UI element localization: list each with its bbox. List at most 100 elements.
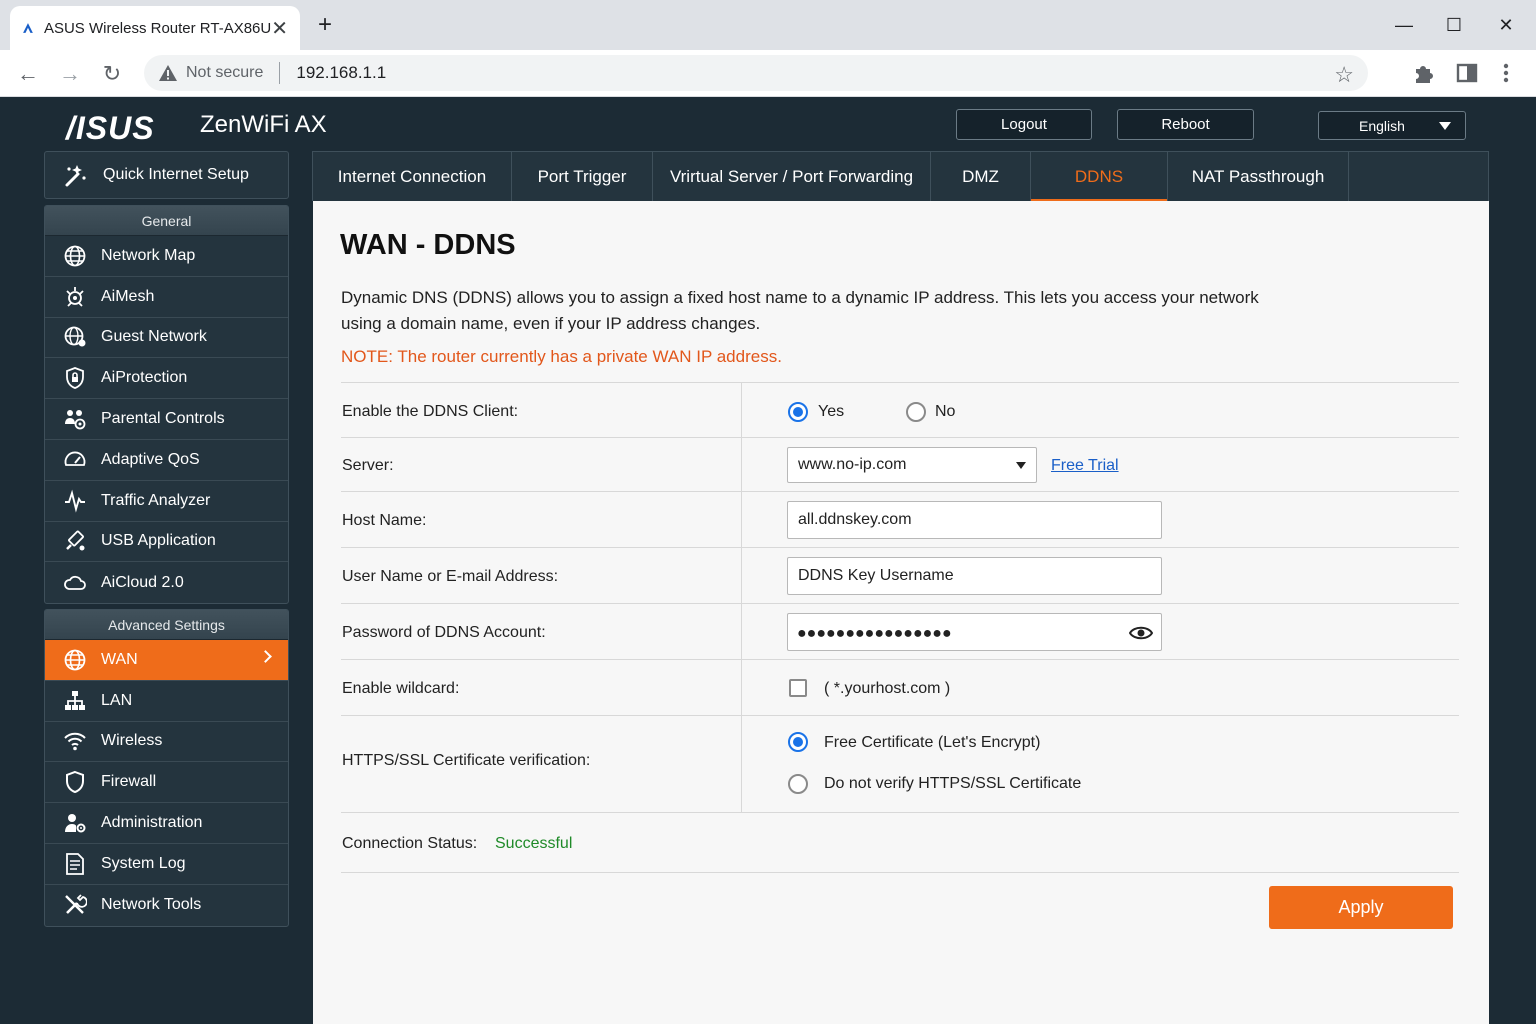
divider [341,603,1459,604]
divider [341,812,1459,813]
wifi-icon [63,729,87,753]
maximize-icon[interactable]: ☐ [1443,14,1465,36]
browser-tab[interactable]: ASUS Wireless Router RT-AX86U ✕ [10,6,300,50]
tab-ddns[interactable]: DDNS [1031,152,1168,202]
page-title: WAN - DDNS [340,229,516,261]
server-select[interactable]: www.no-ip.com [787,447,1037,483]
server-select-value: www.no-ip.com [798,456,907,473]
free-certificate-label: Free Certificate (Let's Encrypt) [824,734,1041,751]
sidebar-item-wireless[interactable]: Wireless [45,722,288,763]
gauge-icon [63,448,87,472]
sidebar-item-label: Administration [101,814,203,832]
apply-button[interactable]: Apply [1269,886,1453,929]
host-name-input[interactable] [787,501,1162,539]
reboot-button[interactable]: Reboot [1117,109,1254,140]
free-certificate-radio[interactable] [788,732,808,752]
sidebar-item-label: Wireless [101,732,163,750]
tab-virtual-server[interactable]: Vrirtual Server / Port Forwarding [653,152,931,202]
sidebar-general-group: General Network Map AiMesh Guest Network… [44,205,289,605]
caret-down-icon [1439,122,1451,130]
pulse-icon [63,489,87,513]
minimize-icon[interactable]: — [1393,14,1415,36]
enable-ddns-yes-label: Yes [818,403,845,420]
sidebar-item-aiprotection[interactable]: AiProtection [45,358,288,400]
enable-ddns-no-radio[interactable] [906,402,926,422]
connection-status-label: Connection Status: [342,835,478,852]
bookmark-star-icon[interactable]: ☆ [1334,62,1354,88]
enable-ddns-yes-radio[interactable] [788,402,808,422]
sidebar-advanced-heading: Advanced Settings [45,610,288,640]
language-select[interactable]: English [1318,111,1466,140]
free-trial-link[interactable]: Free Trial [1051,457,1119,475]
browser-tab-strip: ASUS Wireless Router RT-AX86U ✕ + — ☐ ✕ [0,0,1536,50]
side-panel-icon[interactable] [1454,60,1480,86]
back-arrow-icon[interactable]: ← [14,60,42,88]
sidebar-item-label: WAN [101,650,138,668]
url-text[interactable]: 192.168.1.1 [296,63,386,83]
page-description: Dynamic DNS (DDNS) allows you to assign … [341,288,1259,333]
ddns-panel: WAN - DDNS Dynamic DNS (DDNS) allows you… [313,201,1489,1024]
magic-wand-icon [65,165,86,187]
address-bar[interactable]: Not secure 192.168.1.1 ☆ [144,55,1368,91]
logout-button[interactable]: Logout [956,109,1092,140]
sidebar-item-network-tools[interactable]: Network Tools [45,885,288,926]
sidebar-item-label: Guest Network [101,328,207,346]
asus-favicon-icon [23,23,33,33]
omnibox-divider [279,62,281,84]
divider [341,437,1459,438]
product-name: ZenWiFi AX [200,111,327,138]
quick-internet-setup-label: Quick Internet Setup [103,166,249,183]
sidebar-item-lan[interactable]: LAN [45,681,288,722]
tab-port-trigger[interactable]: Port Trigger [512,152,653,202]
private-ip-note: NOTE: The router currently has a private… [341,347,782,366]
lan-icon [63,689,87,713]
sidebar-item-adaptive-qos[interactable]: Adaptive QoS [45,440,288,481]
column-divider [741,382,742,812]
tab-dmz[interactable]: DMZ [931,152,1031,202]
no-verify-label: Do not verify HTTPS/SSL Certificate [824,775,1082,792]
sidebar-item-aimesh[interactable]: AiMesh [45,277,288,318]
not-secure-label: Not secure [186,64,264,81]
sidebar-general-heading: General [45,206,288,236]
forward-arrow-icon[interactable]: → [56,60,84,88]
sidebar-item-network-map[interactable]: Network Map [45,236,288,277]
new-tab-icon[interactable]: + [312,12,338,38]
sidebar-item-parental-controls[interactable]: Parental Controls [45,399,288,440]
sidebar-item-label: LAN [101,691,133,709]
globe-icon [63,244,87,268]
quick-internet-setup-button[interactable]: Quick Internet Setup [44,151,289,199]
close-tab-icon[interactable]: ✕ [271,16,288,41]
show-password-eye-icon[interactable] [1129,624,1153,642]
sidebar-item-administration[interactable]: Administration [45,803,288,844]
window-close-icon[interactable]: ✕ [1495,14,1517,36]
sidebar-item-system-log[interactable]: System Log [45,844,288,885]
tab-internet-connection[interactable]: Internet Connection [313,152,512,202]
admin-user-icon [63,811,87,835]
sidebar-item-usb-application[interactable]: USB Application [45,522,288,563]
sidebar-item-aicloud[interactable]: AiCloud 2.0 [45,562,288,603]
tab-nat-passthrough[interactable]: NAT Passthrough [1168,152,1349,202]
password-mask: ●●●●●●●●●●●●●●●● [797,625,952,642]
browser-tab-title: ASUS Wireless Router RT-AX86U [43,19,272,37]
language-value: English [1359,117,1405,134]
sidebar-item-firewall[interactable]: Firewall [45,762,288,804]
aimesh-icon [63,285,87,309]
sidebar-item-label: Traffic Analyzer [101,491,211,509]
sidebar-item-guest-network[interactable]: Guest Network [45,318,288,359]
sidebar-item-traffic-analyzer[interactable]: Traffic Analyzer [45,481,288,522]
sidebar-item-wan[interactable]: WAN [45,640,288,681]
host-name-label: Host Name: [342,512,427,529]
no-verify-radio[interactable] [788,774,808,794]
divider [341,715,1459,716]
reload-icon[interactable]: ↻ [98,60,126,88]
username-input[interactable] [787,557,1162,595]
server-label: Server: [342,457,394,474]
wildcard-label: Enable wildcard: [342,680,460,697]
extensions-puzzle-icon[interactable] [1411,60,1437,86]
wildcard-hint: ( *.yourhost.com ) [824,680,951,697]
sidebar-item-label: AiCloud 2.0 [101,573,184,591]
sidebar-item-label: Parental Controls [101,410,225,428]
sidebar-item-label: Firewall [101,773,157,791]
browser-menu-icon[interactable] [1493,60,1519,86]
wildcard-checkbox[interactable] [789,679,807,697]
